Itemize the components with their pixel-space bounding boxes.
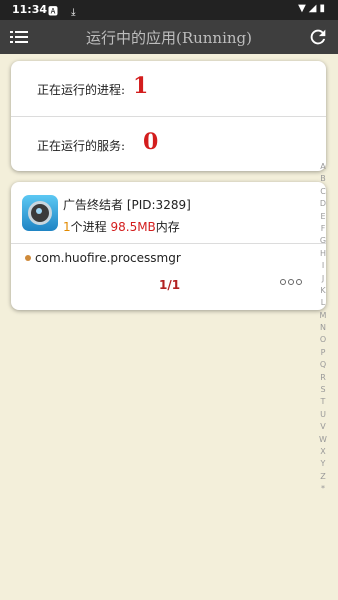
alphabet-index-letter[interactable]: W [318,434,328,446]
status-time: 11:34 [12,3,48,16]
process-count-label: 正在运行的进程: [37,83,126,97]
alphabet-index-letter[interactable]: A [318,161,328,173]
refresh-icon[interactable] [307,26,329,48]
process-count-value: 1 [133,73,149,99]
page-title: 运行中的应用(Running) [85,29,253,47]
alphabet-index-letter[interactable]: N [318,322,328,334]
alphabet-index-letter[interactable]: K [318,285,328,297]
alphabet-index-letter[interactable]: R [318,372,328,384]
alphabet-index-letter[interactable]: G [318,235,328,247]
alphabet-index-letter[interactable]: O [318,334,328,346]
notification-icons: 🅰 ⤓ [48,7,81,18]
more-options-icon[interactable] [280,277,302,287]
alphabet-index-letter[interactable]: M [318,310,328,322]
alphabet-index-letter[interactable]: C [318,186,328,198]
service-count-label: 正在运行的服务: [37,139,126,153]
app-name: 广告终结者 [PID:3289] [63,198,191,212]
page-indicator: 1/1 [159,278,181,292]
alphabet-index-letter[interactable]: H [318,248,328,260]
toolbar: 运行中的应用(Running) [0,20,338,54]
process-summary-row: 正在运行的进程: 1 [11,61,326,116]
status-bar: 11:34 🅰 ⤓ ▼◢▮ [0,0,338,20]
alphabet-index-letter[interactable]: U [318,409,328,421]
alphabet-index-letter[interactable]: V [318,421,328,433]
process-bullet-icon [25,255,31,261]
alphabet-index-letter[interactable]: D [318,198,328,210]
alphabet-index-letter[interactable]: E [318,211,328,223]
alphabet-index-letter[interactable]: T [318,396,328,408]
alphabet-index-letter[interactable]: I [318,260,328,272]
app-process-count: 1 [63,220,71,234]
app-memory-value: 98.5MB [110,220,156,234]
alphabet-index-letter[interactable]: Q [318,359,328,371]
alphabet-index-letter[interactable]: B [318,173,328,185]
app-icon [22,195,58,231]
alphabet-index-letter[interactable]: J [318,273,328,285]
alphabet-index-letter[interactable]: P [318,347,328,359]
alphabet-index[interactable]: A B C D E F G H I J K L M N O P Q R S T U V W X Y Z * [318,161,328,496]
app-meta: 1个进程 98.5MB内存 [63,218,180,235]
app-card[interactable]: 广告终结者 [PID:3289] 1个进程 98.5MB内存 com.huofi… [11,182,326,310]
service-count-value: 0 [143,129,159,155]
service-summary-row: 正在运行的服务: 0 [11,116,326,171]
app-memory-unit: 内存 [155,220,180,234]
alphabet-index-letter[interactable]: L [318,297,328,309]
process-name[interactable]: com.huofire.processmgr [35,251,181,265]
summary-card: 正在运行的进程: 1 正在运行的服务: 0 [11,61,326,171]
alphabet-index-letter[interactable]: X [318,446,328,458]
alphabet-index-letter[interactable]: * [318,483,328,495]
alphabet-index-letter[interactable]: S [318,384,328,396]
system-icons: ▼◢▮ [298,3,328,14]
alphabet-index-letter[interactable]: Y [318,458,328,470]
alphabet-index-letter[interactable]: Z [318,471,328,483]
menu-icon[interactable] [8,26,30,48]
divider [11,243,326,244]
alphabet-index-letter[interactable]: F [318,223,328,235]
app-process-text: 个进程 [70,220,107,234]
